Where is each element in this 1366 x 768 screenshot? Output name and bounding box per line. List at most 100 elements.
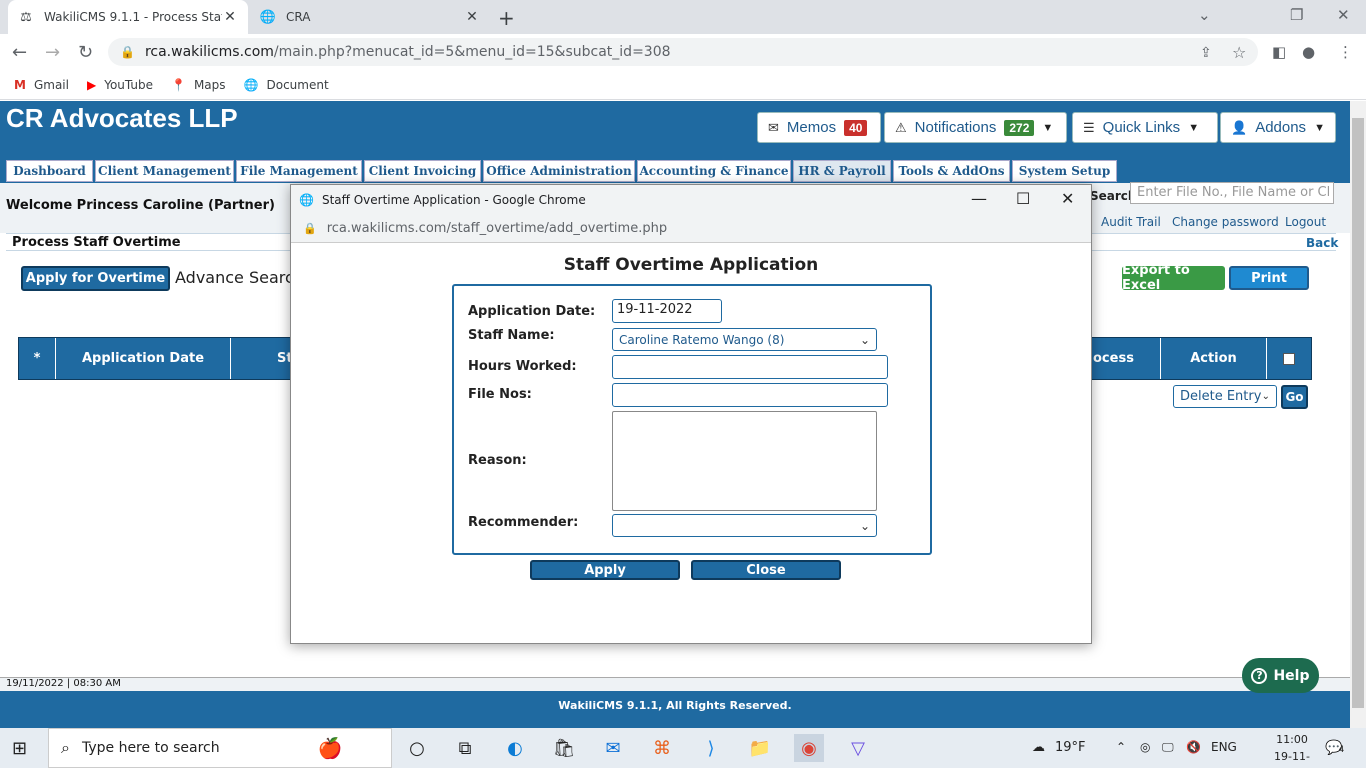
envelope-icon: ✉ bbox=[768, 119, 779, 135]
hours-worked-field[interactable] bbox=[612, 355, 888, 379]
recommender-select[interactable]: ⌄ bbox=[612, 514, 877, 537]
nav-tab-office-administration[interactable]: Office Administration bbox=[483, 160, 635, 182]
file-explorer-icon[interactable]: 📁 bbox=[745, 734, 775, 762]
mail-icon[interactable]: ✉ bbox=[598, 734, 628, 762]
notifications-badge: 272 bbox=[1004, 119, 1035, 136]
reload-icon[interactable]: ↻ bbox=[78, 42, 93, 63]
browser-tab-cra[interactable]: 🌐 CRA ✕ bbox=[250, 0, 490, 34]
column-header-action: Action bbox=[1161, 338, 1267, 379]
reason-textarea[interactable] bbox=[612, 411, 877, 511]
bookmark-maps[interactable]: 📍 Maps bbox=[171, 78, 226, 92]
apply-for-overtime-button[interactable]: Apply for Overtime bbox=[21, 266, 170, 291]
weather-widget[interactable]: ☁ 19°F bbox=[1032, 740, 1086, 755]
chevron-down-icon: ⌄ bbox=[859, 332, 870, 347]
system-clock[interactable]: 11:00 19-11-2022 bbox=[1262, 731, 1322, 768]
tab-title: CRA bbox=[286, 10, 311, 24]
nav-tab-client-management[interactable]: Client Management bbox=[95, 160, 234, 182]
bookmark-star-icon[interactable]: ☆ bbox=[1232, 43, 1246, 62]
column-header-staff[interactable]: St bbox=[231, 338, 293, 379]
popup-address-bar[interactable]: 🔒 rca.wakilicms.com/staff_overtime/add_o… bbox=[291, 215, 1091, 243]
caret-down-icon: ▼ bbox=[1314, 121, 1325, 134]
nav-tab-file-management[interactable]: File Management bbox=[236, 160, 362, 182]
quick-links-button[interactable]: ☰ Quick Links ▼ bbox=[1072, 112, 1218, 143]
close-tab-icon[interactable]: ✕ bbox=[222, 9, 238, 25]
bookmark-gmail[interactable]: M Gmail bbox=[14, 78, 69, 92]
cortana-icon[interactable]: ○ bbox=[402, 734, 432, 762]
notification-center-icon[interactable]: 💬4 bbox=[1325, 740, 1344, 756]
side-panel-icon[interactable]: ◧ bbox=[1272, 43, 1286, 61]
bookmark-label: YouTube bbox=[104, 77, 153, 92]
user-icon: 👤 bbox=[1231, 119, 1248, 135]
windows-start-icon[interactable]: ⊞ bbox=[12, 738, 27, 759]
volume-muted-icon[interactable]: 🔇 bbox=[1186, 740, 1201, 754]
notifications-button[interactable]: ⚠ Notifications 272 ▼ bbox=[884, 112, 1067, 143]
search-input[interactable]: Enter File No., File Name or Cl bbox=[1130, 182, 1334, 204]
restore-window-icon[interactable]: ❐ bbox=[1290, 6, 1303, 24]
store-icon[interactable]: 🛍 bbox=[549, 734, 579, 762]
memos-button[interactable]: ✉ Memos 40 bbox=[757, 112, 881, 143]
xampp-icon[interactable]: ⌘ bbox=[647, 734, 677, 762]
memos-label: Memos bbox=[786, 119, 837, 136]
back-link[interactable]: Back bbox=[1306, 236, 1338, 250]
notification-count: 4 bbox=[1338, 745, 1345, 755]
nav-tab-tools-addons[interactable]: Tools & AddOns bbox=[893, 160, 1010, 182]
application-date-field[interactable]: 19-11-2022 bbox=[612, 299, 722, 323]
tab-title: WakiliCMS 9.1.1 - Process Staff O bbox=[44, 10, 222, 24]
logout-link[interactable]: Logout bbox=[1285, 215, 1326, 229]
maximize-icon[interactable]: ☐ bbox=[1016, 189, 1030, 208]
close-window-icon[interactable]: ✕ bbox=[1337, 6, 1350, 24]
export-excel-button[interactable]: Export to Excel bbox=[1122, 263, 1225, 293]
task-view-icon[interactable]: ⧉ bbox=[450, 734, 480, 762]
forward-arrow-icon[interactable]: → bbox=[45, 42, 60, 63]
tab-search-icon[interactable]: ⌄ bbox=[1198, 6, 1211, 24]
close-tab-icon[interactable]: ✕ bbox=[464, 9, 480, 25]
bulk-action-select[interactable]: Delete Entry ⌄ bbox=[1173, 385, 1277, 408]
scrollbar-thumb[interactable] bbox=[1352, 118, 1364, 708]
search-icon: ⌕ bbox=[61, 738, 70, 757]
network-icon[interactable]: 🖵 bbox=[1162, 740, 1174, 755]
profile-avatar-icon[interactable]: ● bbox=[1302, 43, 1315, 61]
bookmark-youtube[interactable]: ▶ YouTube bbox=[87, 78, 153, 92]
advance-search-link[interactable]: Advance Search bbox=[175, 268, 304, 287]
minimize-icon[interactable]: — bbox=[971, 189, 987, 208]
nav-tab-accounting-finance[interactable]: Accounting & Finance bbox=[637, 160, 791, 182]
help-button[interactable]: ? Help bbox=[1242, 658, 1319, 693]
proton-vpn-icon[interactable]: ▽ bbox=[843, 734, 873, 762]
nav-tab-client-invoicing[interactable]: Client Invoicing bbox=[364, 160, 481, 182]
edge-icon[interactable]: ◐ bbox=[500, 734, 530, 762]
bookmark-document[interactable]: 🌐 Document bbox=[244, 78, 329, 92]
menu-kebab-icon[interactable]: ⋮ bbox=[1338, 43, 1353, 61]
nav-tab-dashboard[interactable]: Dashboard bbox=[6, 160, 93, 182]
close-button[interactable]: Close bbox=[691, 560, 841, 580]
new-tab-icon[interactable]: + bbox=[498, 6, 515, 30]
browser-tab-active[interactable]: ⚖ WakiliCMS 9.1.1 - Process Staff O ✕ bbox=[8, 0, 248, 34]
vscode-icon[interactable]: ⟩ bbox=[696, 734, 726, 762]
share-icon[interactable]: ⇪ bbox=[1200, 45, 1212, 61]
address-bar[interactable]: 🔒 rca.wakilicms.com/main.php?menucat_id=… bbox=[108, 38, 1258, 66]
list-icon: ☰ bbox=[1083, 119, 1095, 135]
nav-tab-system-setup[interactable]: System Setup bbox=[1012, 160, 1117, 182]
go-button[interactable]: Go bbox=[1281, 385, 1308, 409]
warning-icon: ⚠ bbox=[895, 119, 907, 135]
column-header-application-date[interactable]: Application Date bbox=[56, 338, 231, 379]
file-nos-field[interactable] bbox=[612, 383, 888, 407]
chrome-icon[interactable]: ◉ bbox=[794, 734, 824, 762]
select-all-checkbox[interactable] bbox=[1267, 338, 1311, 379]
tray-overflow-icon[interactable]: ⌃ bbox=[1116, 740, 1126, 754]
change-password-link[interactable]: Change password bbox=[1172, 215, 1279, 229]
staff-name-select[interactable]: Caroline Ratemo Wango (8) ⌄ bbox=[612, 328, 877, 351]
back-arrow-icon[interactable]: ← bbox=[12, 42, 27, 63]
footer: WakiliCMS 9.1.1, All Rights Reserved. bbox=[0, 691, 1350, 728]
search-highlight-icon[interactable]: 🍎 bbox=[315, 734, 345, 762]
audit-trail-link[interactable]: Audit Trail bbox=[1101, 215, 1161, 229]
language-indicator[interactable]: ENG bbox=[1211, 740, 1237, 754]
close-popup-icon[interactable]: ✕ bbox=[1061, 189, 1074, 208]
form-title: Staff Overtime Application bbox=[563, 255, 819, 275]
addons-button[interactable]: 👤 Addons ▼ bbox=[1220, 112, 1336, 143]
print-button[interactable]: Print bbox=[1229, 266, 1309, 290]
hours-worked-label: Hours Worked: bbox=[468, 359, 577, 374]
meet-now-icon[interactable]: ◎ bbox=[1140, 740, 1150, 754]
nav-tab-hr-payroll[interactable]: HR & Payroll bbox=[793, 160, 891, 182]
apply-button[interactable]: Apply bbox=[530, 560, 680, 580]
addons-label: Addons bbox=[1255, 119, 1307, 136]
